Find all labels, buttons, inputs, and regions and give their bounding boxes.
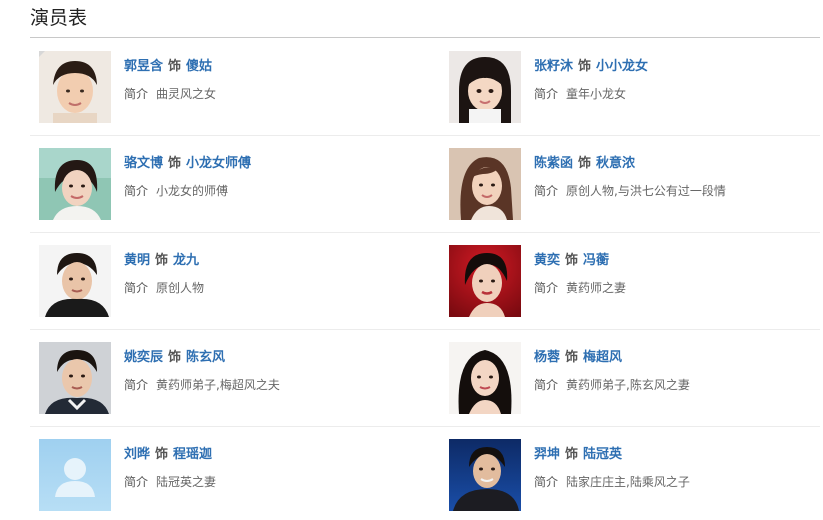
cast-name-line: 张籽沐饰小小龙女 — [534, 59, 648, 75]
cast-name-line: 羿坤饰陆冠英 — [534, 447, 622, 463]
actor-photo[interactable] — [449, 148, 521, 220]
cast-intro-line: 简介 小龙女的师傅 — [124, 183, 228, 199]
intro-label: 简介 — [534, 378, 559, 392]
cast-name-line: 姚奕辰饰陈玄风 — [124, 350, 225, 366]
cast-card: 张籽沐饰小小龙女 简介 童年小龙女 — [441, 51, 821, 125]
intro-text: 曲灵风之女 — [156, 87, 217, 101]
title-divider — [30, 37, 820, 38]
cast-intro-line: 简介 陆家庄庄主,陆乘风之子 — [534, 474, 690, 490]
intro-label: 简介 — [124, 87, 149, 101]
role-name-link[interactable]: 傻姑 — [186, 59, 212, 74]
as-label: 饰 — [168, 59, 182, 74]
photo-corner-mark — [39, 51, 45, 57]
intro-text: 陆家庄庄主,陆乘风之子 — [566, 475, 690, 489]
actor-name-link[interactable]: 刘晔 — [124, 447, 150, 462]
cast-card: 骆文博饰小龙女师傅 简介 小龙女的师傅 — [31, 148, 411, 222]
cast-intro-line: 简介 陆冠英之妻 — [124, 474, 216, 490]
actor-name-link[interactable]: 黄奕 — [534, 253, 560, 268]
row-divider — [30, 232, 820, 233]
role-name-link[interactable]: 陈玄风 — [186, 350, 225, 365]
cast-name-line: 杨蓉饰梅超风 — [534, 350, 622, 366]
cast-intro-line: 简介 黄药师弟子,梅超风之夫 — [124, 377, 280, 393]
cast-intro-line: 简介 原创人物 — [124, 280, 204, 296]
cast-card: 黄奕饰冯蘅 简介 黄药师之妻 — [441, 245, 821, 319]
row-divider — [30, 329, 820, 330]
row-divider — [30, 135, 820, 136]
actor-name-link[interactable]: 黄明 — [124, 253, 150, 268]
intro-text: 原创人物,与洪七公有过一段情 — [566, 184, 726, 198]
cast-name-line: 黄奕饰冯蘅 — [534, 253, 609, 269]
intro-text: 黄药师弟子,陈玄风之妻 — [566, 378, 690, 392]
cast-card: 羿坤饰陆冠英 简介 陆家庄庄主,陆乘风之子 — [441, 439, 821, 513]
intro-label: 简介 — [534, 87, 559, 101]
actor-photo[interactable] — [39, 148, 111, 220]
default-avatar-icon — [39, 439, 111, 511]
cast-intro-line: 简介 原创人物,与洪七公有过一段情 — [534, 183, 726, 199]
role-name-link[interactable]: 小小龙女 — [596, 59, 648, 74]
intro-label: 简介 — [534, 475, 559, 489]
cast-section-title: 演员表 — [30, 7, 88, 29]
actor-name-link[interactable]: 张籽沐 — [534, 59, 573, 74]
cast-card: 杨蓉饰梅超风 简介 黄药师弟子,陈玄风之妻 — [441, 342, 821, 416]
role-name-link[interactable]: 陆冠英 — [583, 447, 622, 462]
role-name-link[interactable]: 小龙女师傅 — [186, 156, 251, 171]
cast-intro-line: 简介 曲灵风之女 — [124, 86, 216, 102]
actor-photo[interactable] — [39, 51, 111, 123]
role-name-link[interactable]: 冯蘅 — [583, 253, 609, 268]
as-label: 饰 — [168, 156, 182, 171]
role-name-link[interactable]: 龙九 — [173, 253, 199, 268]
actor-name-link[interactable]: 羿坤 — [534, 447, 560, 462]
intro-text: 原创人物 — [156, 281, 205, 295]
actor-photo[interactable] — [39, 439, 111, 511]
actor-name-link[interactable]: 陈紫函 — [534, 156, 573, 171]
role-name-link[interactable]: 秋意浓 — [596, 156, 635, 171]
role-name-link[interactable]: 程瑶迦 — [173, 447, 212, 462]
intro-text: 小龙女的师傅 — [156, 184, 229, 198]
as-label: 饰 — [168, 350, 182, 365]
as-label: 饰 — [578, 59, 592, 74]
intro-label: 简介 — [124, 475, 149, 489]
intro-label: 简介 — [124, 378, 149, 392]
as-label: 饰 — [565, 447, 579, 462]
actor-photo[interactable] — [449, 245, 521, 317]
cast-name-line: 郭昱含饰傻姑 — [124, 59, 212, 75]
as-label: 饰 — [565, 350, 579, 365]
intro-text: 黄药师之妻 — [566, 281, 627, 295]
cast-card: 陈紫函饰秋意浓 简介 原创人物,与洪七公有过一段情 — [441, 148, 821, 222]
cast-page: 演员表 郭昱含饰傻姑 简介 曲灵风之女 张籽沐 饰 小小龙女 简介 童年小龙女 … — [0, 0, 823, 520]
as-label: 饰 — [565, 253, 579, 268]
actor-name-link[interactable]: 骆文博 — [124, 156, 163, 171]
cast-name-line: 陈紫函饰秋意浓 — [534, 156, 635, 172]
actor-photo[interactable] — [449, 439, 521, 511]
cast-card: 黄明饰龙九 简介 原创人物 — [31, 245, 411, 319]
role-name-link[interactable]: 梅超风 — [583, 350, 622, 365]
cast-intro-line: 简介 黄药师之妻 — [534, 280, 626, 296]
actor-name-link[interactable]: 郭昱含 — [124, 59, 163, 74]
intro-text: 黄药师弟子,梅超风之夫 — [156, 378, 280, 392]
as-label: 饰 — [155, 253, 169, 268]
cast-card: 刘晔饰程瑶迦 简介 陆冠英之妻 — [31, 439, 411, 513]
as-label: 饰 — [578, 156, 592, 171]
as-label: 饰 — [155, 447, 169, 462]
cast-card: 郭昱含饰傻姑 简介 曲灵风之女 — [31, 51, 411, 125]
actor-photo[interactable] — [449, 342, 521, 414]
actor-name-link[interactable]: 杨蓉 — [534, 350, 560, 365]
row-divider — [30, 426, 820, 427]
intro-text: 童年小龙女 — [566, 87, 627, 101]
cast-name-line: 骆文博饰小龙女师傅 — [124, 156, 251, 172]
intro-label: 简介 — [124, 184, 149, 198]
intro-label: 简介 — [534, 281, 559, 295]
intro-text: 陆冠英之妻 — [156, 475, 217, 489]
actor-name-link[interactable]: 姚奕辰 — [124, 350, 163, 365]
cast-name-line: 黄明饰龙九 — [124, 253, 199, 269]
intro-label: 简介 — [124, 281, 149, 295]
cast-card: 姚奕辰饰陈玄风 简介 黄药师弟子,梅超风之夫 — [31, 342, 411, 416]
cast-intro-line: 简介 童年小龙女 — [534, 86, 626, 102]
cast-name-line: 刘晔饰程瑶迦 — [124, 447, 212, 463]
cast-intro-line: 简介 黄药师弟子,陈玄风之妻 — [534, 377, 690, 393]
actor-photo[interactable] — [449, 51, 521, 123]
intro-label: 简介 — [534, 184, 559, 198]
actor-photo[interactable] — [39, 342, 111, 414]
actor-photo[interactable] — [39, 245, 111, 317]
